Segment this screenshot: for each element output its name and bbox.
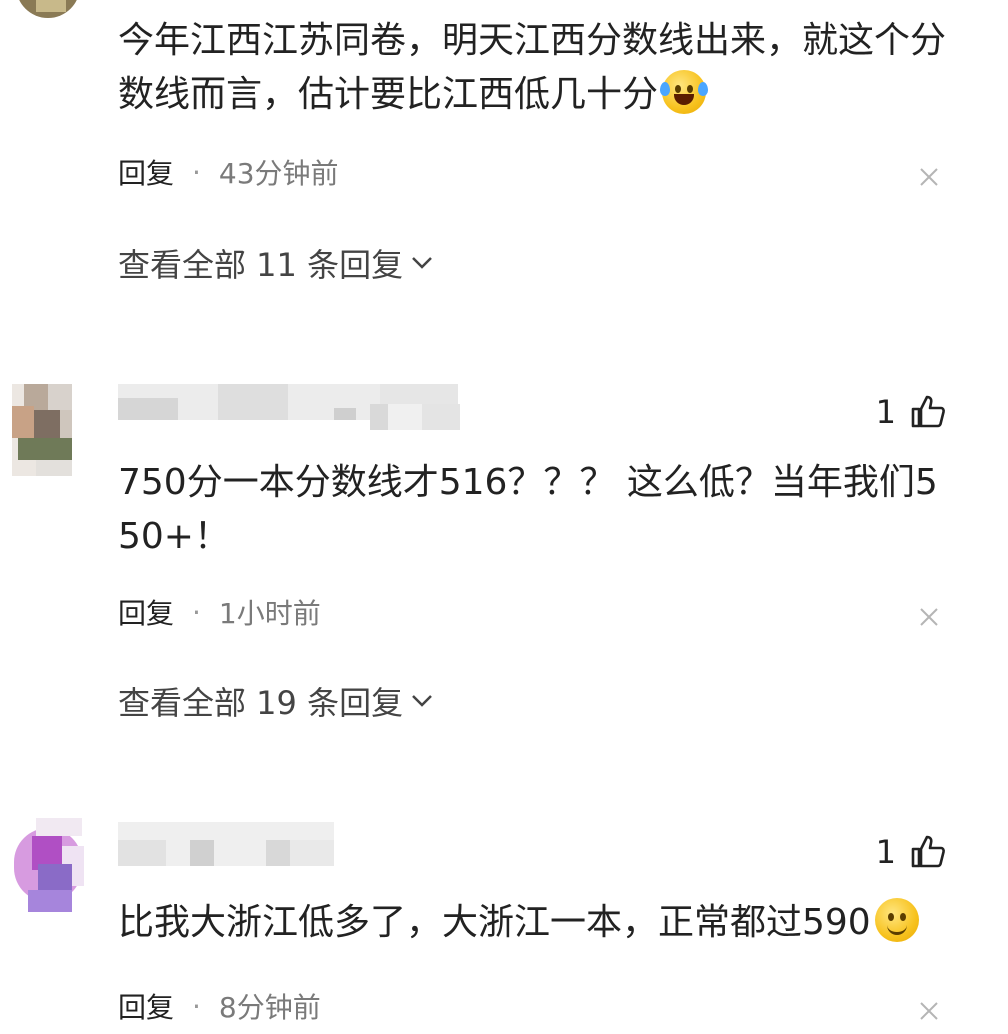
close-icon[interactable]	[918, 1000, 940, 1022]
comment-time: 1小时前	[218, 597, 321, 630]
thumbs-up-icon[interactable]	[910, 394, 946, 430]
comment-text: 今年江西江苏同卷，明天江西分数线出来，就这个分数线而言，估计要比江西低几十分	[118, 20, 947, 115]
close-icon[interactable]	[918, 606, 940, 628]
close-icon[interactable]	[918, 166, 940, 188]
username-blurred-tail	[370, 404, 460, 430]
like-control[interactable]: 1	[876, 834, 946, 870]
comment-text: 比我大浙江低多了，大浙江一本，正常都过590	[118, 896, 948, 950]
view-all-replies-link[interactable]: 查看全部 19 条回复	[118, 678, 433, 724]
comment-time: 43分钟前	[218, 157, 339, 190]
chevron-down-icon	[412, 695, 432, 707]
smile-emoji	[874, 898, 919, 942]
separator-dot: ·	[192, 155, 201, 189]
view-all-label: 查看全部 19 条回复	[118, 684, 404, 722]
comment-text: 750分一本分数线才516？？？ 这么低？当年我们550+！	[118, 462, 938, 557]
avatar[interactable]	[10, 818, 86, 914]
reply-button[interactable]: 回复	[118, 986, 174, 1026]
reply-button[interactable]: 回复	[118, 592, 174, 632]
thumbs-up-icon[interactable]	[910, 834, 946, 870]
separator-dot: ·	[192, 595, 201, 629]
comment-meta: 回复 · 8分钟前	[118, 986, 321, 1026]
like-count: 1	[875, 833, 896, 871]
view-all-label: 查看全部 11 条回复	[118, 246, 404, 284]
separator-dot: ·	[192, 989, 201, 1023]
chevron-down-icon	[412, 257, 432, 269]
comment-time: 8分钟前	[218, 991, 321, 1024]
avatar[interactable]	[16, 0, 80, 18]
like-count: 1	[875, 393, 896, 431]
like-control[interactable]: 1	[876, 394, 946, 430]
avatar[interactable]	[12, 384, 72, 476]
comment-meta: 回复 · 43分钟前	[118, 152, 339, 192]
username-blurred[interactable]	[118, 822, 334, 866]
view-all-replies-link[interactable]: 查看全部 11 条回复	[118, 240, 433, 286]
comment-meta: 回复 · 1小时前	[118, 592, 321, 632]
reply-button[interactable]: 回复	[118, 152, 174, 192]
laughing-tears-emoji	[660, 70, 709, 114]
